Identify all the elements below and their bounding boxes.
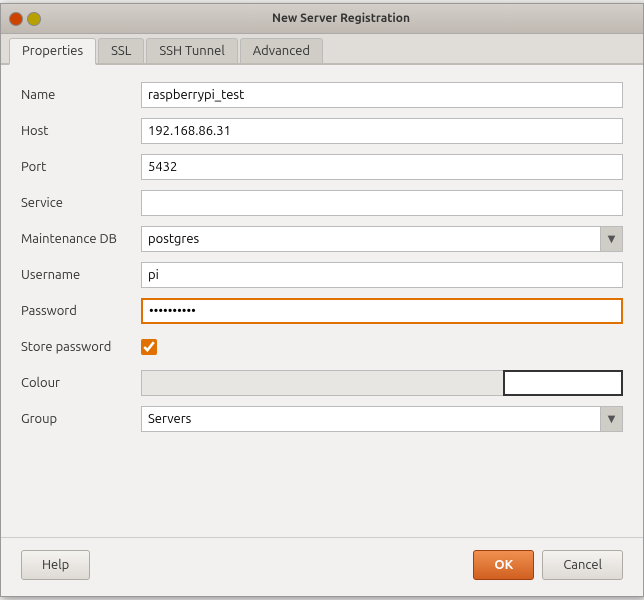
group-select[interactable]: Servers <box>142 407 622 431</box>
password-row: Password <box>21 297 623 325</box>
group-control: Servers ▼ <box>141 406 623 432</box>
colour-left-area <box>141 370 503 396</box>
name-input[interactable] <box>141 82 623 108</box>
service-row: Service <box>21 189 623 217</box>
colour-row: Colour <box>21 369 623 397</box>
name-control <box>141 82 623 108</box>
close-button[interactable] <box>9 12 23 26</box>
store-password-row: Store password <box>21 333 623 361</box>
titlebar: New Server Registration <box>1 4 643 34</box>
name-label: Name <box>21 88 141 102</box>
username-label: Username <box>21 268 141 282</box>
help-button[interactable]: Help <box>21 550 90 580</box>
host-row: Host <box>21 117 623 145</box>
tab-ssh-tunnel[interactable]: SSH Tunnel <box>146 38 237 63</box>
username-control <box>141 262 623 288</box>
maintenance-db-row: Maintenance DB postgres ▼ <box>21 225 623 253</box>
port-label: Port <box>21 160 141 174</box>
password-input[interactable] <box>141 298 623 324</box>
host-input[interactable] <box>141 118 623 144</box>
window-title: New Server Registration <box>47 12 635 25</box>
maintenance-db-select-wrapper: postgres ▼ <box>141 226 623 252</box>
host-control <box>141 118 623 144</box>
right-buttons: OK Cancel <box>473 550 623 580</box>
group-row: Group Servers ▼ <box>21 405 623 433</box>
store-password-checkbox[interactable] <box>141 339 157 355</box>
window-controls <box>9 12 41 26</box>
service-control <box>141 190 623 216</box>
maintenance-db-label: Maintenance DB <box>21 232 141 246</box>
username-row: Username <box>21 261 623 289</box>
maintenance-db-select[interactable]: postgres <box>142 227 622 251</box>
cancel-button[interactable]: Cancel <box>542 550 623 580</box>
password-label: Password <box>21 304 141 318</box>
service-label: Service <box>21 196 141 210</box>
store-password-control <box>141 339 623 355</box>
group-select-wrapper: Servers ▼ <box>141 406 623 432</box>
form-content: Name Host Port Service <box>1 65 643 537</box>
colour-picker[interactable] <box>503 370 623 396</box>
button-bar: Help OK Cancel <box>1 537 643 596</box>
new-server-registration-window: New Server Registration Properties SSL S… <box>0 3 644 597</box>
tab-advanced[interactable]: Advanced <box>240 38 323 63</box>
form-spacer <box>21 441 623 521</box>
password-control <box>141 298 623 324</box>
colour-label: Colour <box>21 376 141 390</box>
port-control <box>141 154 623 180</box>
host-label: Host <box>21 124 141 138</box>
store-password-label: Store password <box>21 340 141 354</box>
ok-button[interactable]: OK <box>473 550 534 580</box>
group-label: Group <box>21 412 141 426</box>
service-input[interactable] <box>141 190 623 216</box>
minimize-button[interactable] <box>27 12 41 26</box>
port-input[interactable] <box>141 154 623 180</box>
username-input[interactable] <box>141 262 623 288</box>
colour-control <box>141 370 623 396</box>
port-row: Port <box>21 153 623 181</box>
name-row: Name <box>21 81 623 109</box>
tab-properties[interactable]: Properties <box>9 38 96 65</box>
maintenance-db-control: postgres ▼ <box>141 226 623 252</box>
tab-bar: Properties SSL SSH Tunnel Advanced <box>1 34 643 65</box>
tab-ssl[interactable]: SSL <box>98 38 144 63</box>
